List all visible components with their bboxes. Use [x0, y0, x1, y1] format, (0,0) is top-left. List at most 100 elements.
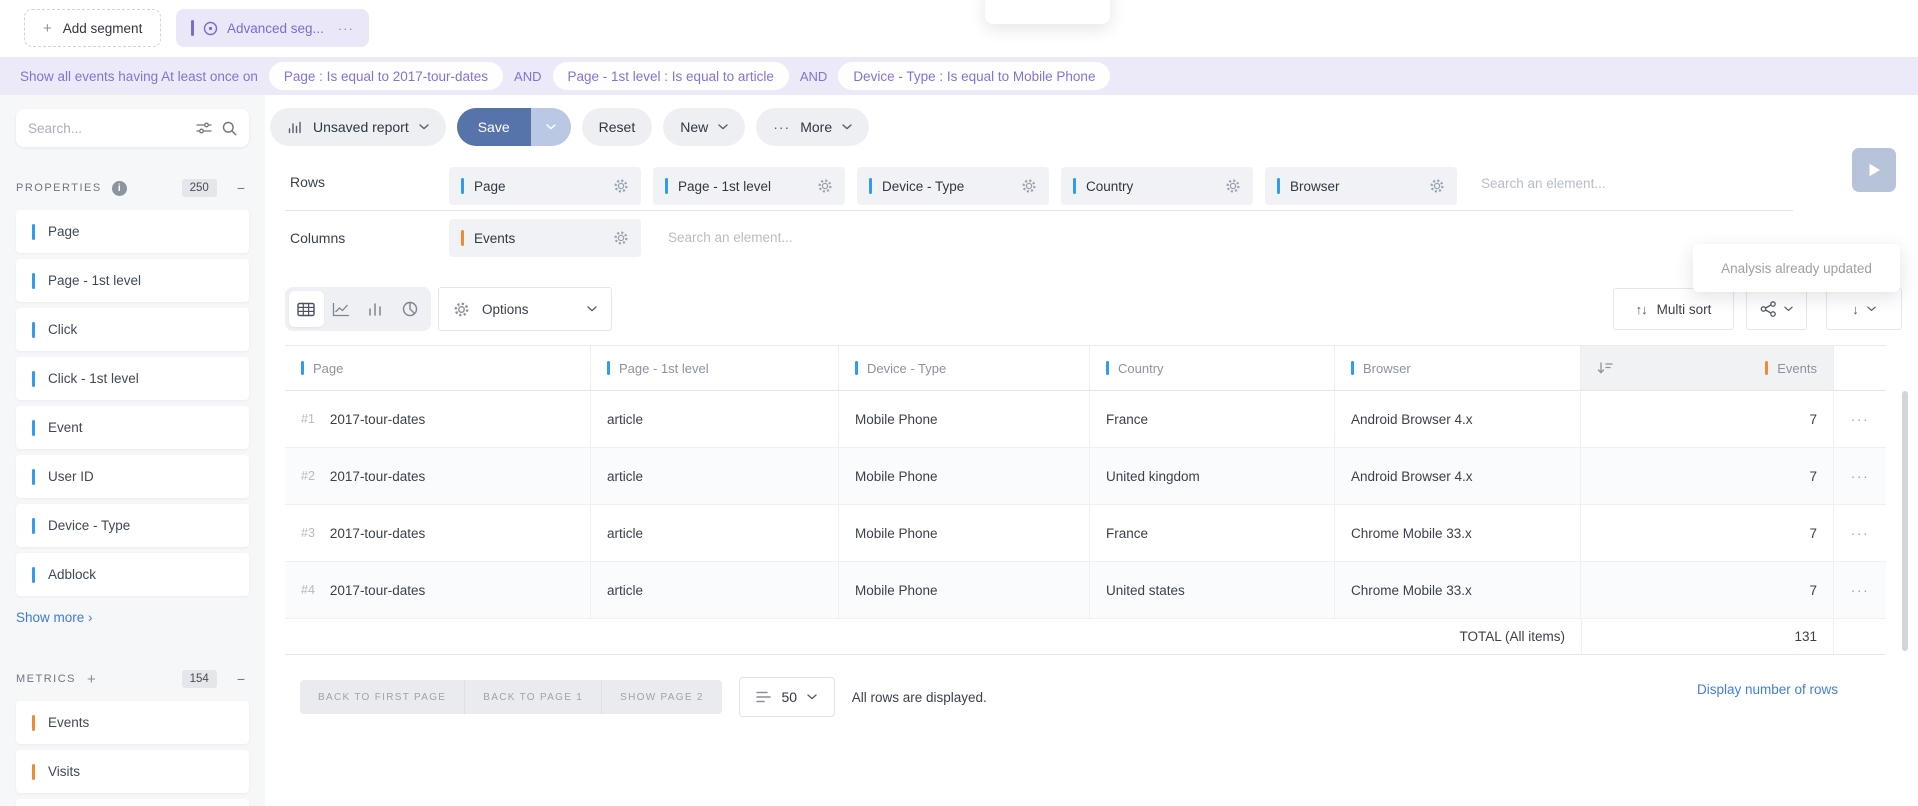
column-header-label: Browser	[1363, 361, 1411, 376]
floating-card-shadow	[985, 0, 1110, 24]
share-dropdown[interactable]	[1746, 288, 1807, 330]
analysis-tooltip: Analysis already updated	[1693, 244, 1900, 292]
row-actions-button[interactable]: ···	[1834, 391, 1886, 447]
table-row-2[interactable]: #22017-tour-dates article Mobile Phone U…	[285, 448, 1886, 505]
chip-label: Page	[474, 179, 506, 194]
chip-label: Events	[474, 231, 515, 246]
bar-chart-view-button[interactable]	[358, 291, 393, 327]
column-header-page-1st-level[interactable]: Page - 1st level	[591, 346, 839, 390]
gear-icon[interactable]	[817, 178, 833, 194]
metrics-count-badge: 154	[182, 670, 217, 688]
more-dropdown[interactable]: ··· More	[756, 108, 869, 146]
table-row-3[interactable]: #32017-tour-dates article Mobile Phone F…	[285, 505, 1886, 562]
cell-device: Mobile Phone	[839, 391, 1090, 447]
column-header-page[interactable]: Page	[285, 346, 591, 390]
row-chip-device-type[interactable]: Device - Type	[857, 167, 1049, 205]
property-label: Click - 1st level	[48, 371, 139, 386]
chip-color-bar	[869, 178, 872, 194]
table-view-button[interactable]	[289, 291, 324, 327]
column-header-country[interactable]: Country	[1090, 346, 1335, 390]
table-header-row: Page Page - 1st level Device - Type Coun…	[285, 346, 1886, 391]
gear-icon[interactable]	[1021, 178, 1037, 194]
columns-zone: Columns Events	[285, 219, 1793, 263]
sidebar-search-input[interactable]	[28, 121, 186, 136]
filter-sliders-icon[interactable]	[196, 121, 212, 135]
sidebar-search[interactable]	[16, 109, 249, 147]
share-icon	[1760, 301, 1777, 317]
line-chart-view-button[interactable]	[324, 291, 359, 327]
show-page-2-button[interactable]: SHOW PAGE 2	[601, 680, 722, 714]
chevron-down-icon	[587, 306, 597, 312]
add-segment-button[interactable]: + Add segment	[24, 9, 161, 47]
filter-condition-device[interactable]: Device - Type : Is equal to Mobile Phone	[838, 62, 1110, 90]
chip-color-bar	[461, 178, 464, 194]
metric-item-events[interactable]: Events	[16, 701, 249, 744]
property-item-click-1st-level[interactable]: Click - 1st level	[16, 357, 249, 400]
table-scrollbar[interactable]	[1902, 391, 1908, 651]
gear-icon[interactable]	[613, 230, 629, 246]
page-size-dropdown[interactable]: 50	[739, 677, 835, 717]
add-segment-label: Add segment	[63, 21, 143, 36]
reset-button[interactable]: Reset	[582, 108, 653, 146]
add-metric-icon[interactable]: +	[87, 671, 96, 688]
cell-page-level: article	[591, 562, 839, 618]
pie-chart-view-button[interactable]	[393, 291, 428, 327]
row-chip-country[interactable]: Country	[1061, 167, 1253, 205]
save-button[interactable]: Save	[457, 108, 531, 146]
column-header-events[interactable]: Events	[1581, 346, 1834, 390]
filter-condition-page[interactable]: Page : Is equal to 2017-tour-dates	[269, 62, 503, 90]
metric-item-partial[interactable]	[16, 799, 249, 806]
column-chip-events[interactable]: Events	[449, 219, 641, 257]
display-number-of-rows-link[interactable]: Display number of rows	[1697, 682, 1838, 697]
collapse-metrics-icon[interactable]: −	[237, 671, 245, 687]
property-item-user-id[interactable]: User ID	[16, 455, 249, 498]
multi-sort-button[interactable]: ↑↓ Multi sort	[1613, 288, 1734, 330]
table-row-4[interactable]: #42017-tour-dates article Mobile Phone U…	[285, 562, 1886, 619]
column-header-device-type[interactable]: Device - Type	[839, 346, 1090, 390]
more-label: More	[800, 119, 832, 135]
back-to-first-page-button[interactable]: BACK TO FIRST PAGE	[300, 680, 464, 714]
column-header-browser[interactable]: Browser	[1335, 346, 1581, 390]
sort-descending-icon[interactable]	[1597, 361, 1613, 375]
gear-icon[interactable]	[1225, 178, 1241, 194]
search-icon[interactable]	[222, 121, 237, 136]
save-split-button[interactable]: Save	[457, 108, 571, 146]
property-item-adblock[interactable]: Adblock	[16, 553, 249, 596]
back-to-page-1-button[interactable]: BACK TO PAGE 1	[464, 680, 601, 714]
filter-condition-page-level[interactable]: Page - 1st level : Is equal to article	[553, 62, 789, 90]
row-chip-page[interactable]: Page	[449, 167, 641, 205]
columns-element-search-input[interactable]	[668, 230, 918, 245]
row-actions-button[interactable]: ···	[1834, 448, 1886, 504]
gear-icon[interactable]	[1429, 178, 1445, 194]
cell-country: France	[1090, 391, 1335, 447]
advanced-segment-chip[interactable]: Advanced seg... ···	[176, 9, 369, 47]
report-name-dropdown[interactable]: Unsaved report	[270, 108, 446, 146]
chip-color-bar	[665, 178, 668, 194]
row-chip-page-1st-level[interactable]: Page - 1st level	[653, 167, 845, 205]
chevron-down-icon	[419, 124, 429, 130]
metric-item-visits[interactable]: Visits	[16, 750, 249, 793]
rows-element-search-input[interactable]	[1481, 176, 1731, 191]
download-dropdown[interactable]: ↓	[1826, 288, 1902, 330]
row-chip-browser[interactable]: Browser	[1265, 167, 1457, 205]
property-item-page[interactable]: Page	[16, 210, 249, 253]
info-icon[interactable]: i	[112, 181, 127, 196]
property-item-click[interactable]: Click	[16, 308, 249, 351]
table-row-1[interactable]: #12017-tour-dates article Mobile Phone F…	[285, 391, 1886, 448]
collapse-properties-icon[interactable]: −	[237, 180, 245, 196]
segment-more-icon[interactable]: ···	[338, 21, 354, 36]
new-dropdown[interactable]: New	[663, 108, 745, 146]
show-more-link[interactable]: Show more ›	[16, 610, 93, 625]
properties-header: PROPERTIES i 250 −	[16, 178, 249, 198]
property-item-event[interactable]: Event	[16, 406, 249, 449]
save-options-button[interactable]	[531, 108, 571, 146]
dimension-color-bar	[301, 361, 304, 375]
gear-icon[interactable]	[613, 178, 629, 194]
property-item-page-1st-level[interactable]: Page - 1st level	[16, 259, 249, 302]
run-analysis-button[interactable]	[1852, 148, 1896, 192]
cell-events: 7	[1581, 562, 1834, 618]
row-actions-button[interactable]: ···	[1834, 505, 1886, 561]
property-item-device-type[interactable]: Device - Type	[16, 504, 249, 547]
options-dropdown[interactable]: Options	[438, 287, 612, 331]
row-actions-button[interactable]: ···	[1834, 562, 1886, 618]
